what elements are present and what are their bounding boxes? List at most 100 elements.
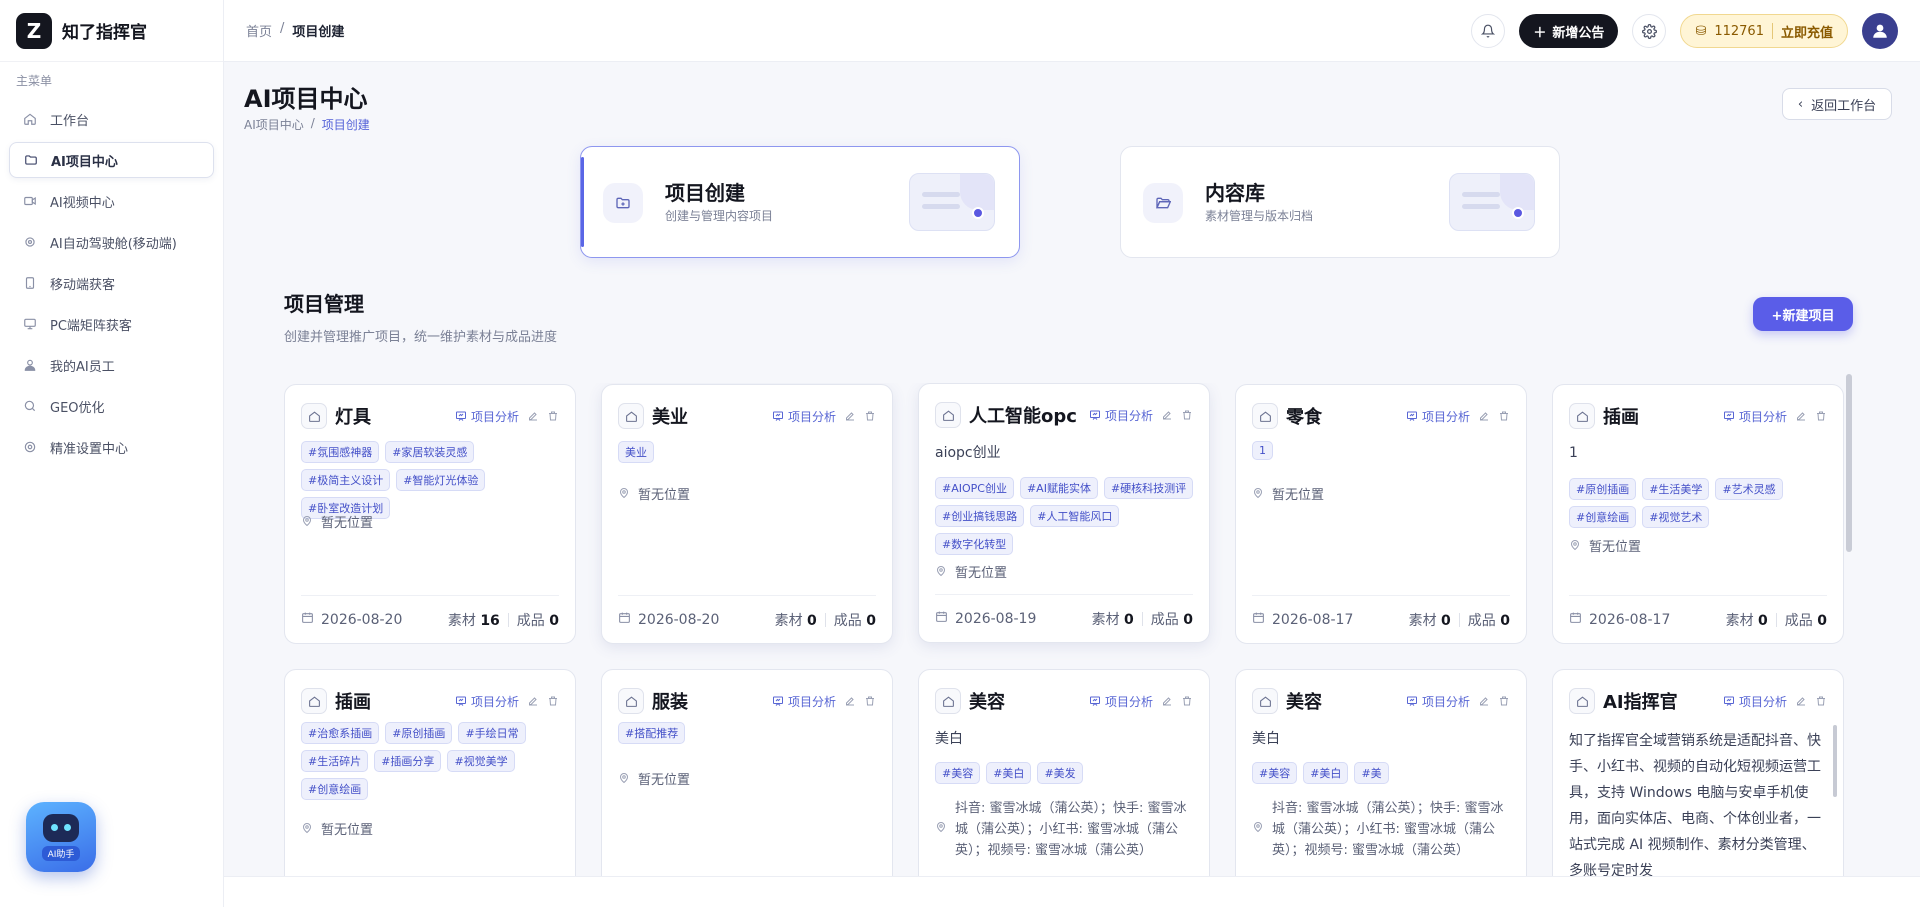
project-analysis-button[interactable]: 项目分析 bbox=[1089, 693, 1153, 710]
trash-icon[interactable] bbox=[1815, 410, 1827, 422]
edit-icon[interactable] bbox=[844, 695, 856, 707]
map-pin-icon bbox=[935, 819, 947, 840]
bottom-bar bbox=[224, 876, 1920, 907]
trash-icon[interactable] bbox=[1181, 695, 1193, 707]
edit-icon[interactable] bbox=[1161, 409, 1173, 421]
edit-icon[interactable] bbox=[1795, 410, 1807, 422]
trash-icon[interactable] bbox=[864, 695, 876, 707]
sidebar-item-label: GEO优化 bbox=[50, 400, 105, 416]
map-pin-icon bbox=[618, 485, 630, 506]
edit-icon[interactable] bbox=[1795, 695, 1807, 707]
sidebar-item-5[interactable]: PC端矩阵获客 bbox=[9, 306, 214, 342]
recharge-link[interactable]: 立即充值 bbox=[1781, 22, 1833, 41]
trash-icon[interactable] bbox=[1498, 695, 1510, 707]
edit-icon[interactable] bbox=[1161, 695, 1173, 707]
project-card[interactable]: 人工智能opc 项目分析 aiopc创业 #AIOPC创业 #AI赋能实体 #硬核科技测评… bbox=[918, 383, 1210, 643]
new-notice-button[interactable]: ＋ 新增公告 bbox=[1519, 14, 1619, 48]
avatar[interactable] bbox=[1862, 13, 1898, 49]
sidebar-item-7[interactable]: GEO优化 bbox=[9, 388, 214, 424]
card-actions: 项目分析 bbox=[455, 408, 559, 425]
project-card[interactable]: 插画 项目分析 #治愈系插画 #原创插画 #手绘日常 #生活碎片 #插画分享 #视觉美学 #创意… bbox=[284, 669, 576, 876]
sidebar-item-0[interactable]: 工作台 bbox=[9, 101, 214, 137]
breadcrumb-home[interactable]: 首页 bbox=[246, 21, 272, 40]
page-breadcrumb-root[interactable]: AI项目中心 bbox=[244, 116, 304, 133]
page-scrollbar[interactable] bbox=[1846, 374, 1852, 552]
card-header: 美容 项目分析 bbox=[935, 688, 1193, 714]
card-actions: 项目分析 bbox=[772, 693, 876, 710]
map-pin-icon bbox=[935, 563, 947, 584]
card-title: 美容 bbox=[969, 692, 1005, 713]
project-analysis-button[interactable]: 项目分析 bbox=[1089, 407, 1153, 424]
sidebar-item-8[interactable]: 精准设置中心 bbox=[9, 429, 214, 465]
trash-icon[interactable] bbox=[547, 410, 559, 422]
card-header: 插画 项目分析 bbox=[1569, 403, 1827, 429]
location-text: 抖音: 蜜雪冰城（蒲公英）；快手: 蜜雪冰城（蒲公英）；小红书: 蜜雪冰城（蒲公… bbox=[1272, 801, 1504, 858]
entry-title: 项目创建 bbox=[665, 181, 745, 205]
chart-icon bbox=[1089, 695, 1101, 707]
folder-icon bbox=[23, 152, 39, 168]
topbar-actions: ＋ 新增公告 ⛁ 112761 立即充值 bbox=[1471, 13, 1898, 49]
material-count: 素材 0 bbox=[774, 612, 817, 629]
calendar-icon bbox=[1569, 611, 1582, 628]
project-analysis-button[interactable]: 项目分析 bbox=[1406, 408, 1470, 425]
cog-circle-icon bbox=[22, 234, 38, 250]
page-breadcrumb: AI项目中心 / 项目创建 bbox=[244, 116, 370, 133]
entry-card-project-create[interactable]: 项目创建 创建与管理内容项目 bbox=[580, 146, 1020, 258]
edit-icon[interactable] bbox=[1478, 695, 1490, 707]
back-to-workbench-button[interactable]: ‹ 返回工作台 bbox=[1782, 88, 1892, 120]
trash-icon[interactable] bbox=[1181, 409, 1193, 421]
chart-icon bbox=[772, 410, 784, 422]
sidebar-item-4[interactable]: 移动端获客 bbox=[9, 265, 214, 301]
project-analysis-label: 项目分析 bbox=[787, 694, 836, 709]
location-text: 暂无位置 bbox=[638, 773, 691, 788]
project-analysis-button[interactable]: 项目分析 bbox=[1723, 408, 1787, 425]
project-card[interactable]: 美容 项目分析 美白 #美容 #美白 #美发 抖音: 蜜雪冰城（蒲公英）；快手: 蜜雪冰城（… bbox=[918, 669, 1210, 876]
project-card[interactable]: 插画 项目分析 1 #原创插画 #生活美学 #艺术灵感 #创意绘画 #视觉艺术 暂无位置 2026… bbox=[1552, 384, 1844, 644]
project-card[interactable]: 零食 项目分析 1 暂无位置 2026-08-17 素材 0 成品 0 bbox=[1235, 384, 1527, 644]
home-icon bbox=[1569, 403, 1595, 429]
project-analysis-button[interactable]: 项目分析 bbox=[772, 693, 836, 710]
settings-button[interactable] bbox=[1632, 14, 1667, 48]
sidebar-item-1[interactable]: AI项目中心 bbox=[9, 142, 214, 178]
ai-helper-button[interactable]: AI助手 bbox=[26, 802, 96, 872]
credits-badge[interactable]: ⛁ 112761 立即充值 bbox=[1680, 14, 1848, 48]
tag: #美白 bbox=[986, 762, 1032, 784]
project-analysis-button[interactable]: 项目分析 bbox=[455, 693, 519, 710]
edit-icon[interactable] bbox=[527, 410, 539, 422]
sidebar-item-2[interactable]: AI视频中心 bbox=[9, 183, 214, 219]
project-card[interactable]: 美容 项目分析 美白 #美容 #美白 #美 抖音: 蜜雪冰城（蒲公英）；快手: 蜜雪冰城（蒲… bbox=[1235, 669, 1527, 876]
project-analysis-button[interactable]: 项目分析 bbox=[1406, 693, 1470, 710]
new-project-button[interactable]: +新建项目 bbox=[1753, 297, 1853, 331]
tag-list: #治愈系插画 #原创插画 #手绘日常 #生活碎片 #插画分享 #视觉美学 #创意绘画 bbox=[301, 722, 563, 800]
card-date: 2026-08-19 bbox=[935, 610, 1036, 627]
trash-icon[interactable] bbox=[1498, 410, 1510, 422]
edit-icon[interactable] bbox=[1478, 410, 1490, 422]
tag-list: #美容 #美白 #美 bbox=[1252, 762, 1514, 784]
edit-icon[interactable] bbox=[844, 410, 856, 422]
card-scrollbar[interactable] bbox=[1833, 725, 1837, 797]
location-text: 暂无位置 bbox=[321, 823, 374, 838]
trash-icon[interactable] bbox=[864, 410, 876, 422]
card-stats: 素材 0 成品 0 bbox=[1726, 610, 1827, 630]
sidebar-item-3[interactable]: AI自动驾驶舱(移动端) bbox=[9, 224, 214, 260]
project-analysis-button[interactable]: 项目分析 bbox=[455, 408, 519, 425]
project-card[interactable]: 美业 项目分析 美业 暂无位置 2026-08-20 素材 0 成品 0 bbox=[601, 384, 893, 644]
card-footer: 2026-08-19 素材 0 成品 0 bbox=[935, 594, 1193, 642]
project-analysis-button[interactable]: 项目分析 bbox=[772, 408, 836, 425]
sidebar-item-label: PC端矩阵获客 bbox=[50, 318, 132, 334]
project-analysis-label: 项目分析 bbox=[1421, 409, 1470, 424]
robot-icon bbox=[43, 813, 79, 842]
notification-button[interactable] bbox=[1471, 14, 1506, 48]
trash-icon[interactable] bbox=[547, 695, 559, 707]
sidebar-item-label: 工作台 bbox=[50, 113, 90, 129]
project-grid: 灯具 项目分析 #氛围感神器 #家居软装灵感 #极简主义设计 #智能灯光体验 #卧室改造计划… bbox=[284, 383, 1844, 876]
project-card[interactable]: AI指挥官 项目分析 知了指挥官全域营销系统是适配抖音、快手、小红书、视频的自动化短… bbox=[1552, 669, 1844, 876]
project-card[interactable]: 灯具 项目分析 #氛围感神器 #家居软装灵感 #极简主义设计 #智能灯光体验 #卧室改造计划… bbox=[284, 384, 576, 644]
entry-card-content-library[interactable]: 内容库 素材管理与版本归档 bbox=[1120, 146, 1560, 258]
sidebar-item-6[interactable]: 我的AI员工 bbox=[9, 347, 214, 383]
project-card[interactable]: 服装 项目分析 #搭配推荐 暂无位置 bbox=[601, 669, 893, 876]
trash-icon[interactable] bbox=[1815, 695, 1827, 707]
brand[interactable]: Z 知了指挥官 bbox=[0, 0, 223, 62]
project-analysis-button[interactable]: 项目分析 bbox=[1723, 693, 1787, 710]
edit-icon[interactable] bbox=[527, 695, 539, 707]
